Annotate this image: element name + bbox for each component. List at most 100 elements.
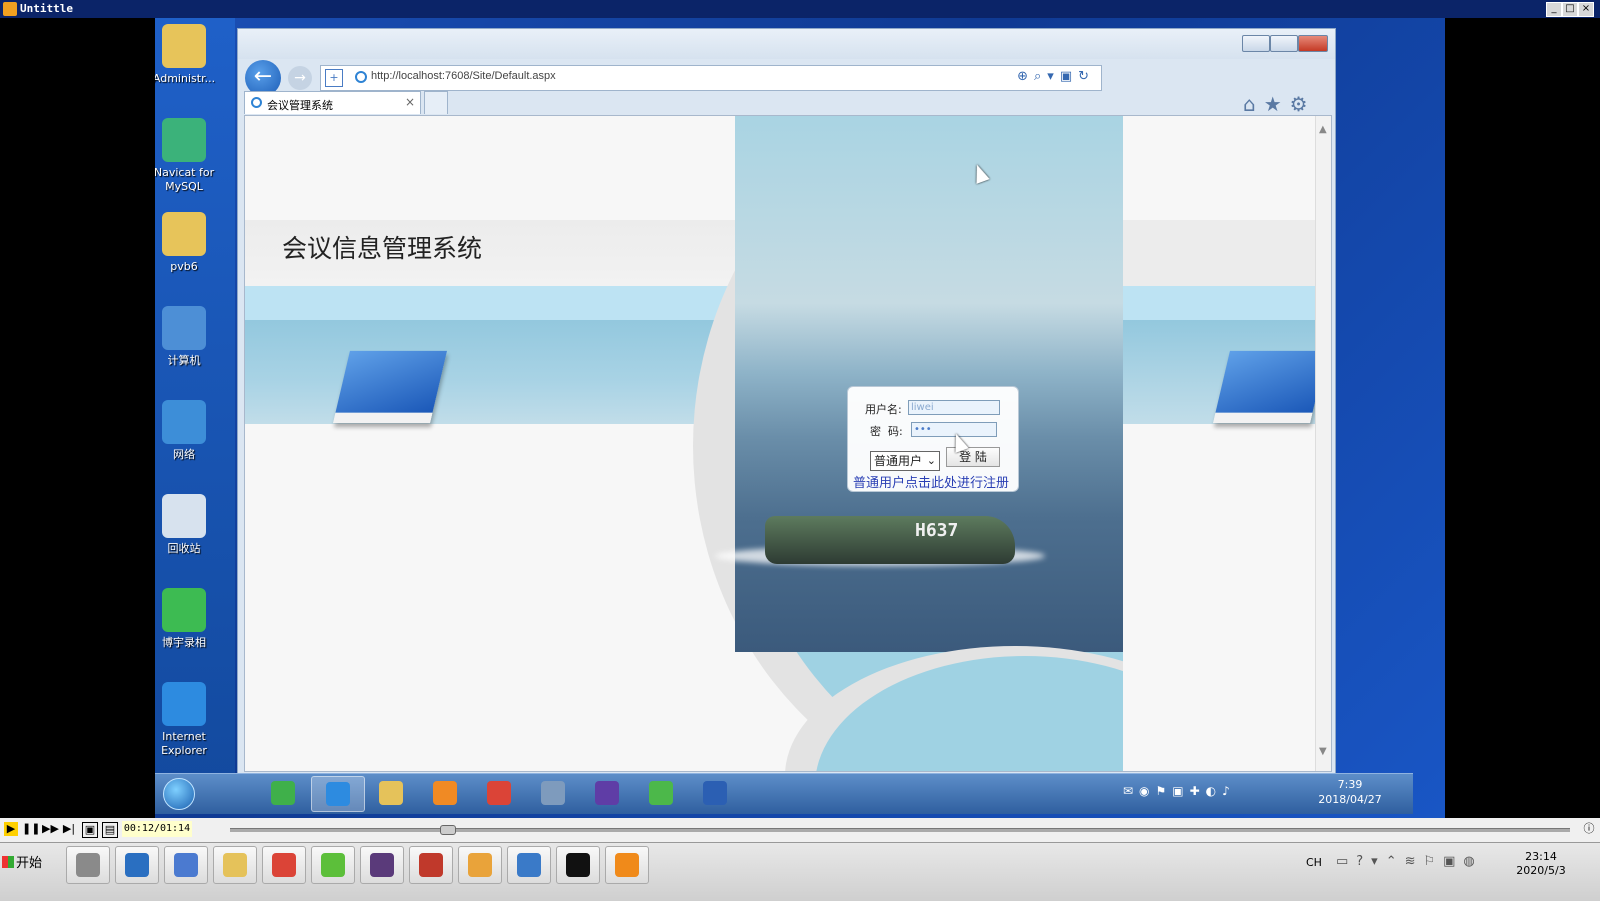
desktop-icon-label: 回收站 (167, 542, 201, 555)
sea-photo (735, 116, 1123, 652)
host-taskbar-app[interactable] (507, 846, 551, 884)
inner-clock-date: 2018/04/27 (1318, 793, 1382, 806)
recorded-desktop: Administr... Navicat for MySQL pvb6 计算机网络回收… (155, 18, 1445, 826)
host-taskbar-app[interactable] (115, 846, 159, 884)
fullscreen-icon[interactable]: ▣ (82, 822, 98, 838)
remote-desktop-icon (517, 853, 541, 877)
host-taskbar-app[interactable] (360, 846, 404, 884)
folder-icon (162, 212, 206, 256)
media-player-icon (433, 781, 457, 805)
tab-conference-system[interactable]: 会议管理系统 × (244, 91, 421, 114)
clover-icon (649, 781, 673, 805)
desktop-icon[interactable]: Administr... (155, 24, 219, 86)
recorder-icon (162, 588, 206, 632)
host-taskbar-app[interactable] (409, 846, 453, 884)
tank-image: H637 (765, 516, 1015, 564)
ie-maximize-button[interactable] (1270, 35, 1298, 52)
step-forward-icon[interactable]: ▶| (62, 822, 76, 836)
inner-clock[interactable]: 7:39 2018/04/27 (1315, 777, 1385, 807)
host-taskbar-app[interactable] (458, 846, 502, 884)
chevron-down-icon: ⌄ (926, 454, 936, 467)
inner-taskbar-app[interactable] (365, 776, 417, 810)
host-taskbar-app[interactable] (164, 846, 208, 884)
seek-bar[interactable] (230, 825, 1570, 835)
window-mode-icon[interactable]: ▤ (102, 822, 118, 838)
word-icon (703, 781, 727, 805)
host-taskbar-app[interactable] (213, 846, 257, 884)
play-icon[interactable]: ▶ (4, 822, 18, 836)
powershell-icon (125, 853, 149, 877)
inner-taskbar-app[interactable] (689, 776, 741, 810)
inner-taskbar-app[interactable] (635, 776, 687, 810)
inner-taskbar-app[interactable] (311, 776, 365, 812)
address-tools-icons[interactable]: ⊕⌕▾▣↻ (1017, 69, 1095, 84)
page-favicon-icon (355, 71, 367, 83)
fast-forward-icon[interactable]: ▶▶ (42, 822, 59, 836)
tab-title: 会议管理系统 (267, 99, 333, 112)
pause-icon[interactable]: ❚❚ (22, 822, 40, 836)
new-tab-button[interactable] (424, 91, 448, 114)
seek-thumb[interactable] (440, 825, 457, 835)
tab-close-icon[interactable]: × (405, 95, 415, 109)
forward-button[interactable]: → (288, 66, 312, 90)
host-taskbar-app[interactable] (556, 846, 600, 884)
security-shield-icon[interactable]: + (325, 69, 343, 87)
explorer-folder-icon (223, 853, 247, 877)
inner-start-button[interactable] (163, 778, 195, 810)
desktop-icon[interactable]: Navicat for MySQL (155, 118, 219, 194)
host-tray-icons[interactable]: ▭?▾⌃≋⚐▣◍ (1336, 854, 1483, 869)
book-right-image (1213, 350, 1327, 424)
minimize-button[interactable]: _ (1546, 2, 1562, 17)
scroll-up-icon[interactable]: ▲ (1319, 124, 1327, 135)
inner-clock-time: 7:39 (1337, 778, 1363, 791)
host-taskbar-app[interactable] (311, 846, 355, 884)
ie-close-button[interactable] (1298, 35, 1328, 52)
desktop-icon[interactable]: 网络 (155, 400, 219, 462)
language-indicator[interactable]: CH (1306, 856, 1322, 869)
inner-taskbar-app[interactable] (419, 776, 471, 810)
info-icon[interactable]: ⓘ (1582, 822, 1596, 836)
player-controls: ▶ ❚❚ ▶▶ ▶| ▣ ▤ 00:12/01:14 ⓘ (0, 818, 1600, 842)
inner-taskbar-app[interactable] (581, 776, 633, 810)
desktop-icon[interactable]: 博宇录相 (155, 588, 219, 650)
role-select[interactable]: 普通用户 ⌄ (870, 451, 940, 471)
ie-command-icons[interactable]: ⌂★⚙ (1243, 92, 1316, 116)
url-text[interactable]: http://localhost:7608/Site/Default.aspx (371, 70, 556, 82)
start-label: 开始 (16, 856, 43, 871)
register-link[interactable]: 普通用户点击此处进行注册 (853, 472, 1009, 491)
chrome-icon (272, 853, 296, 877)
photo-app-icon (468, 853, 492, 877)
maximize-button[interactable]: □ (1562, 2, 1578, 17)
username-input[interactable]: liwei (908, 400, 1000, 415)
page-scrollbar[interactable]: ▲ ▼ (1315, 116, 1331, 771)
close-button[interactable]: × (1578, 2, 1594, 17)
desktop-icon[interactable]: 计算机 (155, 306, 219, 368)
inner-taskbar: ✉◉⚑▣✚◐♪ 7:39 2018/04/27 (155, 773, 1413, 814)
java-ee-ide-icon (370, 853, 394, 877)
inner-tray-icons[interactable]: ✉◉⚑▣✚◐♪ (1123, 784, 1236, 798)
host-clock-time: 23:14 (1525, 850, 1557, 863)
desktop-icon[interactable]: pvb6 (155, 212, 219, 274)
host-taskbar-app[interactable] (66, 846, 110, 884)
desktop-icon[interactable]: 回收站 (155, 494, 219, 556)
host-taskbar-app[interactable] (605, 846, 649, 884)
inner-taskbar-app[interactable] (257, 776, 309, 810)
host-start-button[interactable]: 开始 (2, 849, 50, 879)
arc-decoration: H637 (245, 116, 1330, 771)
visual-studio-icon (595, 781, 619, 805)
book-left-image (333, 350, 447, 424)
ie-minimize-button[interactable] (1242, 35, 1270, 52)
scroll-down-icon[interactable]: ▼ (1319, 746, 1327, 757)
host-taskbar: 开始 CH ▭?▾⌃≋⚐▣◍ 23:14 2020/5/3 (0, 842, 1600, 901)
player-window-title: Untittle (20, 2, 73, 15)
ie-icon (162, 682, 206, 726)
desktop-icon-label: Navicat for MySQL (155, 166, 215, 193)
role-select-value: 普通用户 (874, 454, 923, 468)
address-bar[interactable]: + http://localhost:7608/Site/Default.asp… (320, 65, 1102, 91)
login-box: 用户名: liwei 密 码: ••• 普通用户 ⌄ 登 陆 普通用户点击此处进… (847, 386, 1019, 492)
host-clock[interactable]: 23:14 2020/5/3 (1506, 850, 1576, 878)
host-taskbar-app[interactable] (262, 846, 306, 884)
desktop-icon[interactable]: Internet Explorer (155, 682, 219, 758)
inner-taskbar-app[interactable] (473, 776, 525, 810)
inner-taskbar-app[interactable] (527, 776, 579, 810)
